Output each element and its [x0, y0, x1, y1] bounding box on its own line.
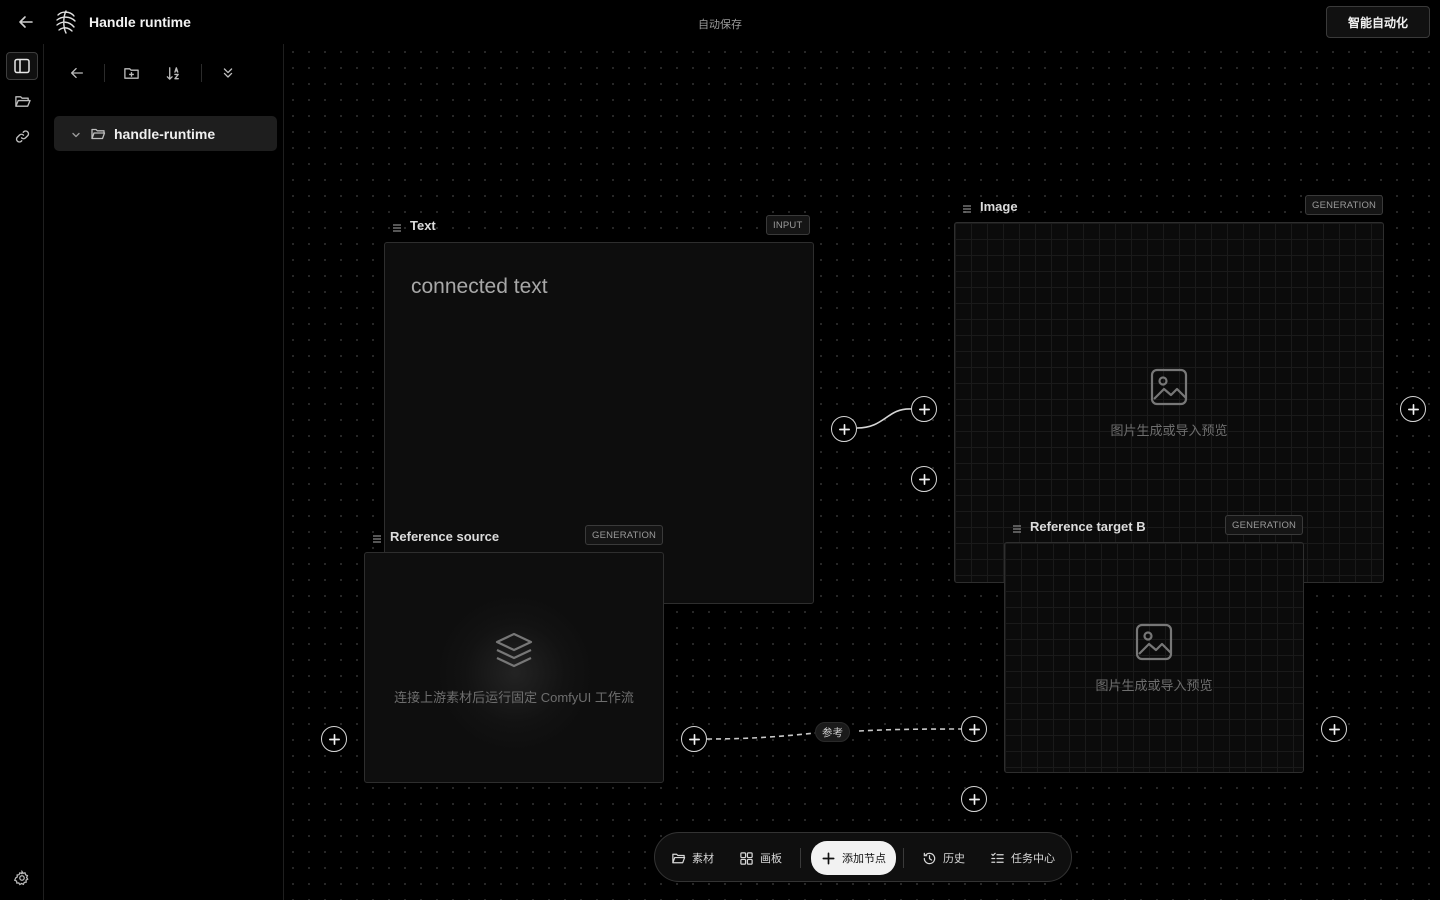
panel-back-icon[interactable] [66, 62, 88, 84]
edge-label[interactable]: 参考 [815, 722, 850, 742]
folder-open-icon[interactable] [6, 87, 38, 115]
image-node-title[interactable]: Image [961, 199, 1018, 214]
task-center-button[interactable]: 任务中心 [990, 842, 1055, 874]
image-icon [1133, 621, 1175, 663]
plus-icon [822, 852, 835, 864]
bottom-dock: 素材 画板 添加节点 历史 任务中心 [654, 832, 1072, 882]
add-port-plus-icon[interactable] [911, 466, 937, 492]
add-port-plus-icon[interactable] [1400, 396, 1426, 422]
history-button[interactable]: 历史 [922, 842, 965, 874]
image-preview-placeholder: 图片生成或导入预览 [955, 366, 1383, 439]
reference-source-node-title[interactable]: Reference source [371, 529, 499, 544]
add-node-button[interactable]: 添加节点 [811, 841, 896, 875]
settings-gear-icon[interactable] [6, 864, 38, 892]
top-bar: Handle runtime 自动保存 智能自动化 [0, 0, 1440, 44]
collapse-all-icon[interactable] [217, 62, 239, 84]
link-icon[interactable] [6, 122, 38, 150]
assets-button[interactable]: 素材 [671, 842, 714, 874]
add-port-plus-icon[interactable] [961, 716, 987, 742]
add-port-plus-icon[interactable] [961, 786, 987, 812]
boards-button[interactable]: 画板 [739, 842, 782, 874]
smart-automation-button[interactable]: 智能自动化 [1326, 6, 1430, 38]
new-folder-icon[interactable] [120, 62, 142, 84]
toolbar-divider [201, 64, 202, 82]
workflow-canvas[interactable]: Text INPUT connected text Image GENERATI… [285, 44, 1440, 900]
grid-icon [740, 851, 753, 865]
node-type-badge: GENERATION [1305, 195, 1384, 215]
left-rail [0, 44, 44, 900]
text-node-card[interactable]: connected text [384, 242, 814, 604]
sidebar-toggle-icon[interactable] [6, 52, 38, 80]
folder-icon [90, 126, 106, 142]
folder-icon [672, 853, 686, 863]
task-list-icon [991, 852, 1004, 863]
add-port-plus-icon[interactable] [681, 726, 707, 752]
image-preview-placeholder: 图片生成或导入预览 [1005, 621, 1303, 694]
add-port-plus-icon[interactable] [321, 726, 347, 752]
sort-icon[interactable] [162, 62, 184, 84]
layers-icon [493, 629, 535, 671]
text-node-title[interactable]: Text [391, 218, 436, 233]
image-icon [1148, 366, 1190, 408]
tree-item-folder[interactable]: handle-runtime [54, 116, 277, 151]
workflow-placeholder: 连接上游素材后运行固定 ComfyUI 工作流 [365, 629, 663, 706]
node-type-badge: GENERATION [1225, 515, 1304, 535]
drag-handle-icon[interactable] [961, 202, 973, 213]
dock-divider [903, 848, 904, 868]
reference-source-node-card[interactable]: 连接上游素材后运行固定 ComfyUI 工作流 [364, 552, 664, 783]
add-port-plus-icon[interactable] [1321, 716, 1347, 742]
reference-target-node-card[interactable]: 图片生成或导入预览 [1004, 542, 1304, 773]
history-icon [923, 852, 936, 864]
file-panel: handle-runtime [44, 44, 284, 900]
drag-handle-icon[interactable] [1011, 522, 1023, 533]
add-port-plus-icon[interactable] [911, 396, 937, 422]
edge-text-to-image [856, 408, 912, 429]
node-type-badge: INPUT [766, 215, 810, 235]
node-type-badge: GENERATION [585, 525, 664, 545]
add-port-plus-icon[interactable] [831, 416, 857, 442]
text-node-content[interactable]: connected text [411, 275, 548, 299]
autosave-status: 自动保存 [698, 19, 742, 31]
toolbar-divider [104, 64, 105, 82]
drag-handle-icon[interactable] [371, 532, 383, 543]
chevron-down-icon[interactable] [70, 128, 82, 140]
tree-item-label: handle-runtime [114, 125, 216, 142]
drag-handle-icon[interactable] [391, 221, 403, 232]
dock-divider [800, 848, 801, 868]
reference-target-node-title[interactable]: Reference target B [1011, 519, 1146, 534]
